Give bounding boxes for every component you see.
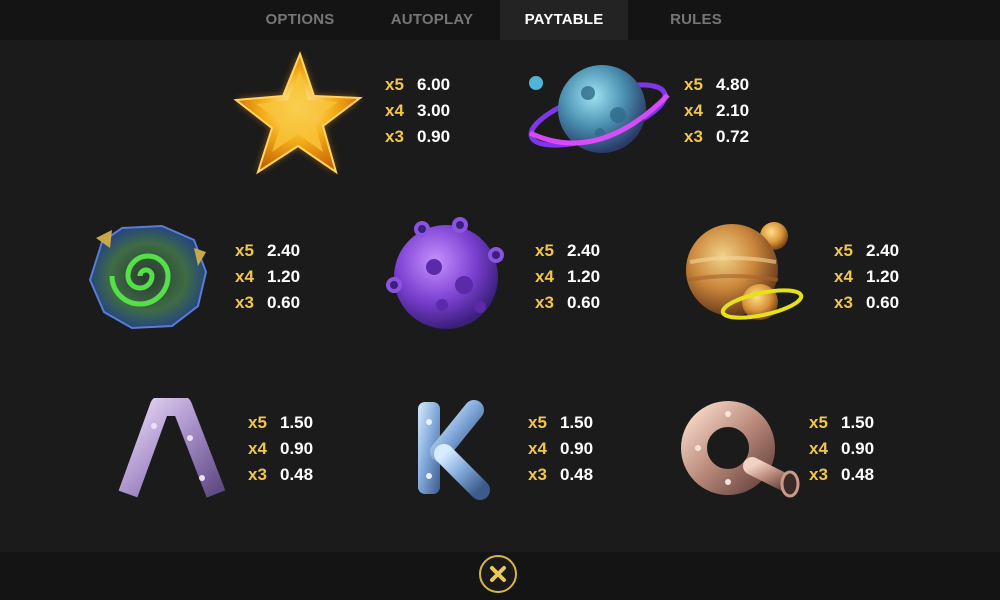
green-swirl-planet-symbol-icon — [88, 224, 208, 330]
payout-row: x4 0.90 — [248, 439, 313, 459]
payout-row: x3 0.60 — [235, 293, 300, 313]
payout-row: x4 1.20 — [235, 267, 300, 287]
tab-paytable[interactable]: PAYTABLE — [500, 0, 628, 40]
payout-value: 3.00 — [417, 101, 451, 120]
payout-row: x3 0.72 — [684, 127, 749, 147]
payout-row: x5 1.50 — [809, 413, 874, 433]
tab-options[interactable]: OPTIONS — [236, 0, 364, 40]
star-symbol-icon — [233, 51, 363, 175]
multiplier: x5 — [535, 241, 554, 260]
payout-row: x3 0.48 — [528, 465, 593, 485]
multiplier: x3 — [684, 127, 703, 146]
payout-value: 0.90 — [417, 127, 451, 146]
payout-row: x5 2.40 — [834, 241, 899, 261]
payout-row: x3 0.60 — [834, 293, 899, 313]
payout-value: 0.48 — [280, 465, 314, 484]
multiplier: x3 — [235, 293, 254, 312]
multiplier: x4 — [385, 101, 404, 120]
payout-row: x4 0.90 — [528, 439, 593, 459]
multiplier: x5 — [834, 241, 853, 260]
multiplier: x5 — [385, 75, 404, 94]
multiplier: x3 — [809, 465, 828, 484]
multiplier: x5 — [528, 413, 547, 432]
payout-value: 0.90 — [841, 439, 875, 458]
payout-row: x3 0.60 — [535, 293, 600, 313]
letter-k-symbol-icon — [418, 400, 490, 500]
multiplier: x4 — [528, 439, 547, 458]
multiplier: x3 — [385, 127, 404, 146]
multiplier: x4 — [684, 101, 703, 120]
payout-value: 1.50 — [280, 413, 314, 432]
orange-planet-group-symbol-icon — [686, 222, 804, 320]
close-icon — [490, 566, 506, 582]
tab-rules[interactable]: RULES — [632, 0, 760, 40]
multiplier: x3 — [248, 465, 267, 484]
payout-value: 0.90 — [560, 439, 594, 458]
payout-value: 1.20 — [567, 267, 601, 286]
tab-bar: OPTIONS AUTOPLAY PAYTABLE RULES — [0, 0, 1000, 40]
payout-row: x4 1.20 — [834, 267, 899, 287]
payout-value: 2.40 — [267, 241, 301, 260]
payout-value: 1.50 — [841, 413, 875, 432]
payout-value: 2.40 — [567, 241, 601, 260]
multiplier: x4 — [834, 267, 853, 286]
payout-value: 1.20 — [866, 267, 900, 286]
payout-value: 0.48 — [841, 465, 875, 484]
multiplier: x5 — [248, 413, 267, 432]
multiplier: x4 — [248, 439, 267, 458]
ringed-planet-symbol-icon — [528, 65, 670, 153]
purple-crater-moon-symbol-icon — [386, 217, 504, 329]
payout-row: x4 0.90 — [809, 439, 874, 459]
close-button[interactable] — [479, 555, 517, 593]
payout-row: x5 2.40 — [535, 241, 600, 261]
letter-q-symbol-icon — [681, 401, 800, 498]
payout-row: x4 3.00 — [385, 101, 450, 121]
payout-value: 0.90 — [280, 439, 314, 458]
multiplier: x4 — [809, 439, 828, 458]
tab-autoplay[interactable]: AUTOPLAY — [368, 0, 496, 40]
multiplier: x3 — [834, 293, 853, 312]
multiplier: x3 — [528, 465, 547, 484]
payout-value: 1.50 — [560, 413, 594, 432]
payout-value: 2.10 — [716, 101, 750, 120]
payout-row: x5 1.50 — [528, 413, 593, 433]
payout-value: 0.60 — [267, 293, 301, 312]
letter-a-symbol-icon — [118, 398, 226, 498]
payout-value: 6.00 — [417, 75, 451, 94]
multiplier: x4 — [535, 267, 554, 286]
multiplier: x5 — [684, 75, 703, 94]
payout-value: 0.60 — [567, 293, 601, 312]
payout-value: 0.48 — [560, 465, 594, 484]
payout-value: 2.40 — [866, 241, 900, 260]
payout-value: 0.60 — [866, 293, 900, 312]
multiplier: x5 — [809, 413, 828, 432]
payout-row: x4 2.10 — [684, 101, 749, 121]
payout-row: x3 0.90 — [385, 127, 450, 147]
payout-row: x5 4.80 — [684, 75, 749, 95]
multiplier: x4 — [235, 267, 254, 286]
payout-value: 1.20 — [267, 267, 301, 286]
multiplier: x5 — [235, 241, 254, 260]
payout-row: x5 2.40 — [235, 241, 300, 261]
payout-row: x3 0.48 — [809, 465, 874, 485]
multiplier: x3 — [535, 293, 554, 312]
payout-value: 4.80 — [716, 75, 750, 94]
payout-row: x5 1.50 — [248, 413, 313, 433]
payout-row: x4 1.20 — [535, 267, 600, 287]
payout-value: 0.72 — [716, 127, 750, 146]
payout-row: x5 6.00 — [385, 75, 450, 95]
payout-row: x3 0.48 — [248, 465, 313, 485]
